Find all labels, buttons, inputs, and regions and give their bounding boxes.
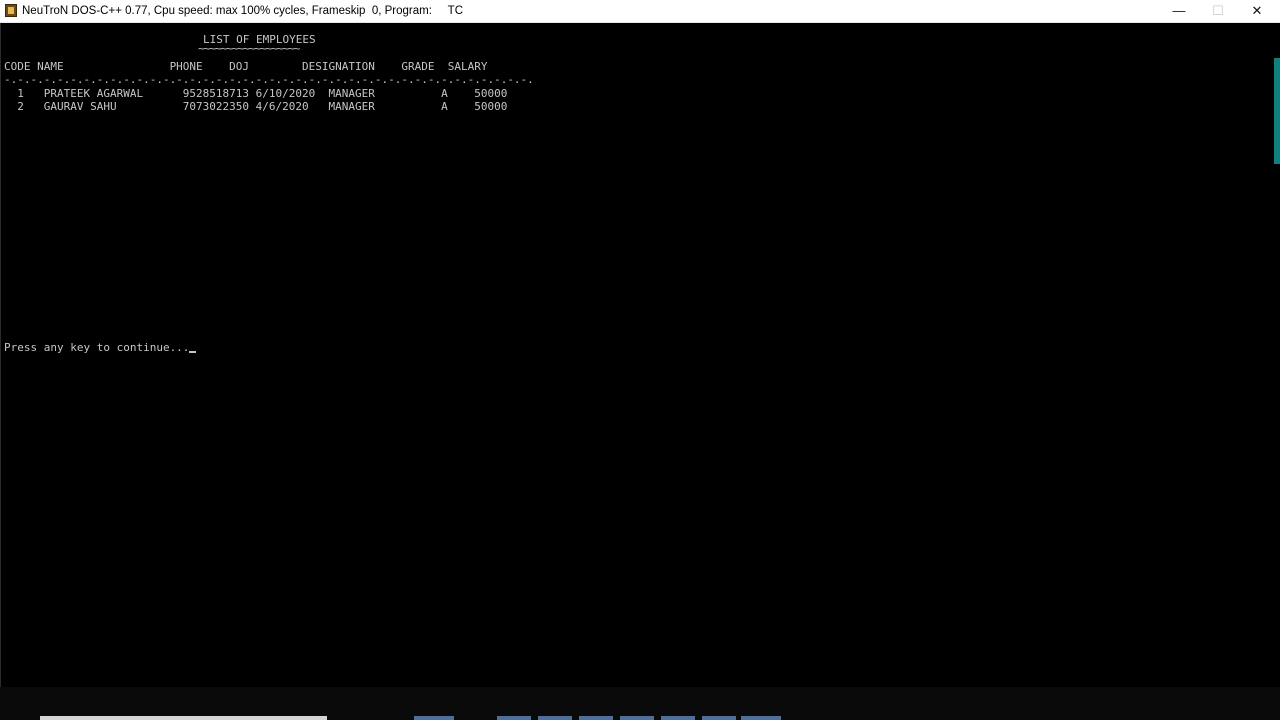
table-row: 2 GAURAV SAHU 7073022350 4/6/2020 MANAGE… bbox=[4, 100, 508, 113]
continue-prompt: Press any key to continue... bbox=[4, 341, 190, 354]
table-separator: -.-.-.-.-.-.-.-.-.-.-.-.-.-.-.-.-.-.-.-.… bbox=[4, 73, 534, 86]
continue-prompt-line: Press any key to continue... bbox=[4, 341, 197, 354]
teal-strip-right bbox=[1274, 58, 1280, 164]
table-row: 1 PRATEEK AGARWAL 9528518713 6/10/2020 M… bbox=[4, 87, 508, 100]
taskbar-app[interactable] bbox=[661, 716, 695, 720]
taskbar-active-app[interactable] bbox=[40, 716, 327, 720]
taskbar-app[interactable] bbox=[538, 716, 572, 720]
table-header: CODE NAME PHONE DOJ DESIGNATION GRADE SA… bbox=[4, 60, 488, 73]
taskbar-app[interactable] bbox=[702, 716, 736, 720]
maximize-button[interactable]: ☐ bbox=[1198, 0, 1238, 22]
app-icon[interactable] bbox=[5, 4, 17, 17]
dos-console[interactable]: LIST OF EMPLOYEES ~~~~~~~~~~~~~~~~~~ COD… bbox=[0, 23, 1274, 687]
taskbar-app[interactable] bbox=[579, 716, 613, 720]
window-titlebar[interactable]: NeuTroN DOS-C++ 0.77, Cpu speed: max 100… bbox=[0, 0, 1280, 23]
taskbar-app[interactable] bbox=[620, 716, 654, 720]
minimize-button[interactable]: — bbox=[1159, 0, 1199, 22]
taskbar-app[interactable] bbox=[497, 716, 531, 720]
close-button[interactable]: ✕ bbox=[1237, 0, 1277, 22]
taskbar-app[interactable] bbox=[414, 716, 454, 720]
window-title: NeuTroN DOS-C++ 0.77, Cpu speed: max 100… bbox=[22, 5, 463, 17]
console-output: LIST OF EMPLOYEES ~~~~~~~~~~~~~~~~~~ COD… bbox=[4, 33, 534, 354]
list-heading-underline: ~~~~~~~~~~~~~~~~~~ bbox=[198, 42, 300, 55]
text-cursor bbox=[189, 351, 197, 354]
taskbar-app[interactable] bbox=[741, 716, 781, 720]
